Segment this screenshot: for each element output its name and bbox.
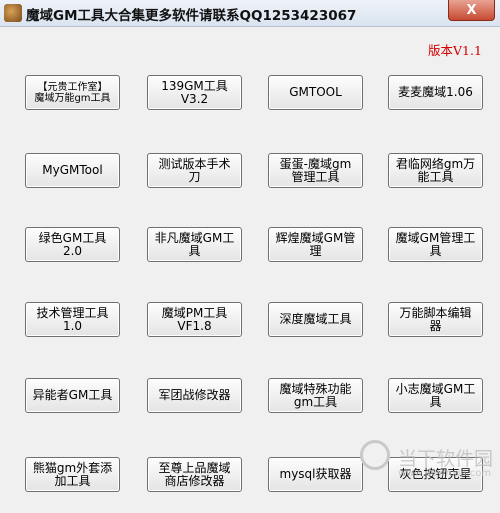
tool-button-label: GMTOOL	[289, 85, 342, 99]
tool-button-label: 【元贵工作室】 魔域万能gm工具	[34, 81, 111, 104]
tool-button-label: 绿色GM工具 2.0	[38, 230, 107, 258]
app-icon	[4, 4, 22, 22]
title-bar: 魔域GM工具大合集更多软件请联系QQ1253423067 X	[0, 0, 500, 27]
tool-button-label: 魔域GM管理工 具	[395, 230, 476, 258]
tool-button-label: 测试版本手术 刀	[158, 156, 231, 184]
tool-button[interactable]: 【元贵工作室】 魔域万能gm工具	[25, 75, 120, 110]
tool-button[interactable]: MyGMTool	[25, 153, 120, 188]
tool-button[interactable]: 技术管理工具 1.0	[25, 302, 120, 337]
tool-button-label: 麦麦魔域1.06	[398, 85, 473, 99]
tool-button[interactable]: 小志魔域GM工 具	[388, 378, 483, 413]
close-button[interactable]: X	[448, 0, 495, 21]
tool-button[interactable]: mysql获取器	[268, 457, 363, 492]
tool-button-label: 君临网络gm万 能工具	[395, 156, 476, 184]
tool-button[interactable]: 辉煌魔域GM管 理	[268, 227, 363, 262]
tool-button-label: 魔域特殊功能 gm工具	[279, 381, 352, 409]
tool-button[interactable]: 魔域GM管理工 具	[388, 227, 483, 262]
tool-button[interactable]: 至尊上品魔域 商店修改器	[147, 457, 242, 492]
tool-button-label: MyGMTool	[42, 163, 103, 177]
tool-button[interactable]: 熊猫gm外套添 加工具	[25, 457, 120, 492]
tool-button[interactable]: 灰色按钮克星	[388, 457, 483, 492]
tool-button[interactable]: 军团战修改器	[147, 378, 242, 413]
tool-button-label: 非凡魔域GM工 具	[154, 230, 235, 258]
tool-button-label: 军团战修改器	[158, 388, 231, 402]
tool-button-label: 小志魔域GM工 具	[395, 381, 476, 409]
tool-button[interactable]: 非凡魔域GM工 具	[147, 227, 242, 262]
tool-button[interactable]: 万能脚本编辑 器	[388, 302, 483, 337]
tool-button-label: 蛋蛋-魔域gm 管理工具	[279, 156, 352, 184]
tool-button[interactable]: 君临网络gm万 能工具	[388, 153, 483, 188]
tool-button[interactable]: 绿色GM工具 2.0	[25, 227, 120, 262]
watermark-logo-icon	[360, 440, 390, 470]
tool-button-label: 魔域PM工具 VF1.8	[161, 305, 228, 333]
tool-button[interactable]: 异能者GM工具	[25, 378, 120, 413]
tool-button-label: 异能者GM工具	[32, 388, 113, 402]
tool-button-label: 辉煌魔域GM管 理	[275, 230, 356, 258]
tool-button[interactable]: 蛋蛋-魔域gm 管理工具	[268, 153, 363, 188]
tool-button-label: 深度魔域工具	[279, 312, 352, 326]
tool-button[interactable]: 魔域PM工具 VF1.8	[147, 302, 242, 337]
tool-button-label: mysql获取器	[279, 467, 352, 481]
tool-button[interactable]: 深度魔域工具	[268, 302, 363, 337]
tool-button-label: 技术管理工具 1.0	[36, 305, 109, 333]
version-label: 版本V1.1	[428, 43, 482, 58]
tool-button-label: 熊猫gm外套添 加工具	[32, 460, 113, 488]
tool-button-label: 139GM工具 V3.2	[161, 78, 228, 106]
tool-button[interactable]: 测试版本手术 刀	[147, 153, 242, 188]
tool-button-label: 万能脚本编辑 器	[399, 305, 472, 333]
tool-button[interactable]: 139GM工具 V3.2	[147, 75, 242, 110]
tool-button-label: 灰色按钮克星	[399, 467, 472, 481]
tool-button-label: 至尊上品魔域 商店修改器	[158, 460, 231, 488]
window-title: 魔域GM工具大合集更多软件请联系QQ1253423067	[26, 8, 357, 24]
tool-button[interactable]: GMTOOL	[268, 75, 363, 110]
tool-button[interactable]: 魔域特殊功能 gm工具	[268, 378, 363, 413]
tool-button[interactable]: 麦麦魔域1.06	[388, 75, 483, 110]
